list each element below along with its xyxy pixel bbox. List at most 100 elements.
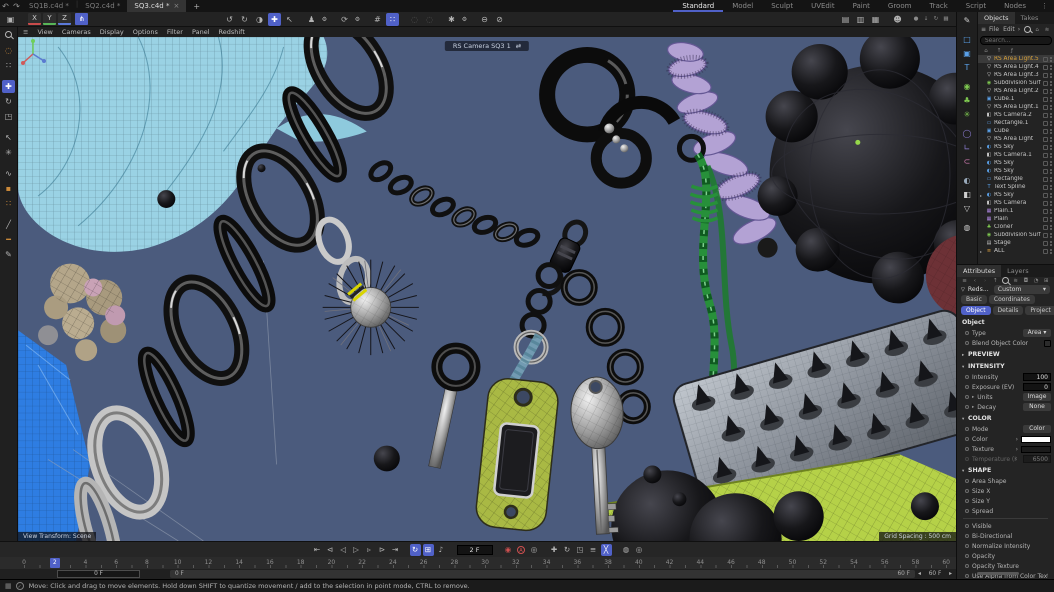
download-icon[interactable]: ↓	[922, 15, 930, 23]
layout-tab-standard[interactable]: Standard	[673, 0, 723, 12]
link-arrow-icon[interactable]: ›	[1016, 446, 1018, 453]
keyframe-dot-icon[interactable]	[965, 534, 969, 538]
up-icon[interactable]: ↑	[995, 47, 1003, 55]
keyframe-dot-icon[interactable]	[965, 479, 969, 483]
next-frame-icon[interactable]: ▹	[364, 544, 375, 556]
expand-icon[interactable]: ▸	[972, 395, 974, 400]
visibility-dots[interactable]	[1050, 193, 1052, 198]
layout-tab-model[interactable]: Model	[723, 0, 762, 12]
object-enable-toggle[interactable]	[1043, 89, 1048, 94]
keyframe-dot-icon[interactable]	[965, 375, 969, 379]
axis-gizmo[interactable]	[18, 37, 956, 541]
back-icon[interactable]: ‹	[971, 277, 978, 285]
object-tree-item[interactable]: ▦Plain	[978, 215, 1054, 223]
range-end-stepper[interactable]: ◂ 60 F ▸	[916, 570, 954, 578]
layout-tab-script[interactable]: Script	[957, 0, 995, 12]
object-enable-toggle[interactable]	[1043, 113, 1048, 118]
animation-palette-icon[interactable]: ⊞	[423, 544, 434, 556]
tweak-tool-icon[interactable]: ↖	[2, 131, 15, 144]
axis-toggle-y[interactable]: Y	[43, 13, 56, 25]
object-tree-item[interactable]: ▤Stage	[978, 239, 1054, 247]
loop-icon[interactable]: ↻	[410, 544, 421, 556]
object-enable-toggle[interactable]	[1043, 225, 1048, 230]
visibility-dots[interactable]	[1050, 105, 1052, 110]
attribute-tab-details[interactable]: Details	[993, 306, 1024, 315]
visibility-dots[interactable]	[1050, 249, 1052, 254]
viewport-menu-filter[interactable]: Filter	[167, 28, 183, 36]
object-enable-toggle[interactable]	[1043, 201, 1048, 206]
object-enable-toggle[interactable]	[1043, 129, 1048, 134]
object-enable-toggle[interactable]	[1043, 145, 1048, 150]
keyframe-dot-icon[interactable]	[965, 564, 969, 568]
viewport-menu-display[interactable]: Display	[100, 28, 124, 36]
visibility-dots[interactable]	[1050, 225, 1052, 230]
autokey-icon[interactable]: A	[516, 544, 527, 556]
object-tree-item[interactable]: ▽RS Area Light.5	[978, 55, 1054, 63]
render-region-icon[interactable]: ◑	[253, 13, 266, 26]
viewport-menu-redshift[interactable]: Redshift	[219, 28, 245, 36]
popout-icon[interactable]: ⊞	[1043, 277, 1050, 285]
environment-icon[interactable]: ◐	[960, 175, 974, 186]
object-enable-toggle[interactable]	[1043, 73, 1048, 78]
layout-overflow-icon[interactable]: ⋮	[1035, 0, 1054, 12]
visibility-dots[interactable]	[1050, 241, 1052, 246]
object-enable-toggle[interactable]	[1043, 161, 1048, 166]
points-mode-icon[interactable]: ∷	[2, 59, 15, 72]
status-ok-icon[interactable]: ✓	[16, 582, 24, 590]
keyframe-selection-icon[interactable]: ◍	[621, 544, 632, 556]
viewport-menu-view[interactable]: View	[37, 28, 52, 36]
move-tool-icon[interactable]: ✚	[2, 80, 15, 93]
object-tree-item[interactable]: ▣Cube.1	[978, 95, 1054, 103]
modes-b-icon[interactable]: ◌	[423, 13, 436, 26]
character-settings-icon[interactable]: ⚙	[320, 13, 329, 26]
keyframe-dot-icon[interactable]	[965, 499, 969, 503]
keyframe-dot-icon[interactable]	[965, 405, 969, 409]
keyframe-dot-icon[interactable]	[965, 544, 969, 548]
object-enable-toggle[interactable]	[1043, 193, 1048, 198]
menu-grid-icon[interactable]: ▦	[5, 582, 12, 590]
color-swatch[interactable]	[1021, 436, 1051, 443]
preview-range-bar[interactable]: 0 F 60 F	[170, 570, 915, 578]
viewport[interactable]: RS Camera SQ3 1 ⇄ View Transform: Scene …	[18, 37, 956, 541]
select-tool-icon[interactable]: ↖	[283, 13, 296, 26]
key-rotation-icon[interactable]: ↻	[562, 544, 573, 556]
history-icon[interactable]: ◔	[1033, 277, 1040, 285]
object-tree-item[interactable]: ▽RS Area Light.3	[978, 71, 1054, 79]
knife-tool-icon[interactable]: ╱	[2, 218, 15, 231]
object-menu-file[interactable]: File	[989, 26, 999, 33]
object-tree-item[interactable]: ▽RS Area Light.2	[978, 87, 1054, 95]
keyframe-dot-icon[interactable]	[965, 447, 969, 451]
document-tab[interactable]: SQ2.c4d *	[78, 0, 127, 12]
object-tree-item[interactable]: ◧RS Camera.2	[978, 111, 1054, 119]
goto-start-icon[interactable]: ⇤	[312, 544, 323, 556]
object-enable-toggle[interactable]	[1043, 97, 1048, 102]
object-tree-item[interactable]: ▭Rectangle	[978, 175, 1054, 183]
object-enable-toggle[interactable]	[1043, 249, 1048, 254]
prev-frame-icon[interactable]: ◁	[338, 544, 349, 556]
timeline-ruler[interactable]: 0246810121416182022242628303234363840424…	[0, 557, 956, 569]
cube-primitive-icon[interactable]: ▣	[960, 48, 974, 59]
keyframe-dot-icon[interactable]	[965, 427, 969, 431]
visibility-dots[interactable]	[1050, 81, 1052, 86]
spline-points-icon[interactable]: ∷	[2, 197, 15, 210]
modes-a-icon[interactable]: ◌	[408, 13, 421, 26]
value-field[interactable]: 100	[1023, 373, 1051, 381]
object-enable-toggle[interactable]	[1043, 217, 1048, 222]
object-tree-item[interactable]: ▭Rectangle.1	[978, 119, 1054, 127]
visibility-dots[interactable]	[1050, 145, 1052, 150]
layout-tab-uvedit[interactable]: UVEdit	[802, 0, 843, 12]
plane-primitive-icon[interactable]: □	[960, 34, 974, 45]
preset-dropdown[interactable]: Custom ▾	[994, 285, 1050, 294]
render-picture-viewer-icon[interactable]: ▥	[854, 13, 867, 26]
object-tree-item[interactable]: TText Spline	[978, 183, 1054, 191]
panel-tab-objects[interactable]: Objects	[978, 12, 1015, 24]
profile-spline-icon[interactable]: ∟	[960, 142, 974, 153]
keyframe-settings-icon[interactable]: ◎	[529, 544, 540, 556]
asset-browser-icon[interactable]: ☻	[891, 13, 904, 26]
object-tree-item[interactable]: ▦Plain.1	[978, 207, 1054, 215]
object-tree-item[interactable]: ▸◐RS Sky	[978, 143, 1054, 151]
material-icon[interactable]: ◍	[960, 222, 974, 233]
object-enable-toggle[interactable]	[1043, 65, 1048, 70]
home-icon[interactable]: ⌂	[1033, 26, 1041, 34]
visibility-dots[interactable]	[1050, 137, 1052, 142]
